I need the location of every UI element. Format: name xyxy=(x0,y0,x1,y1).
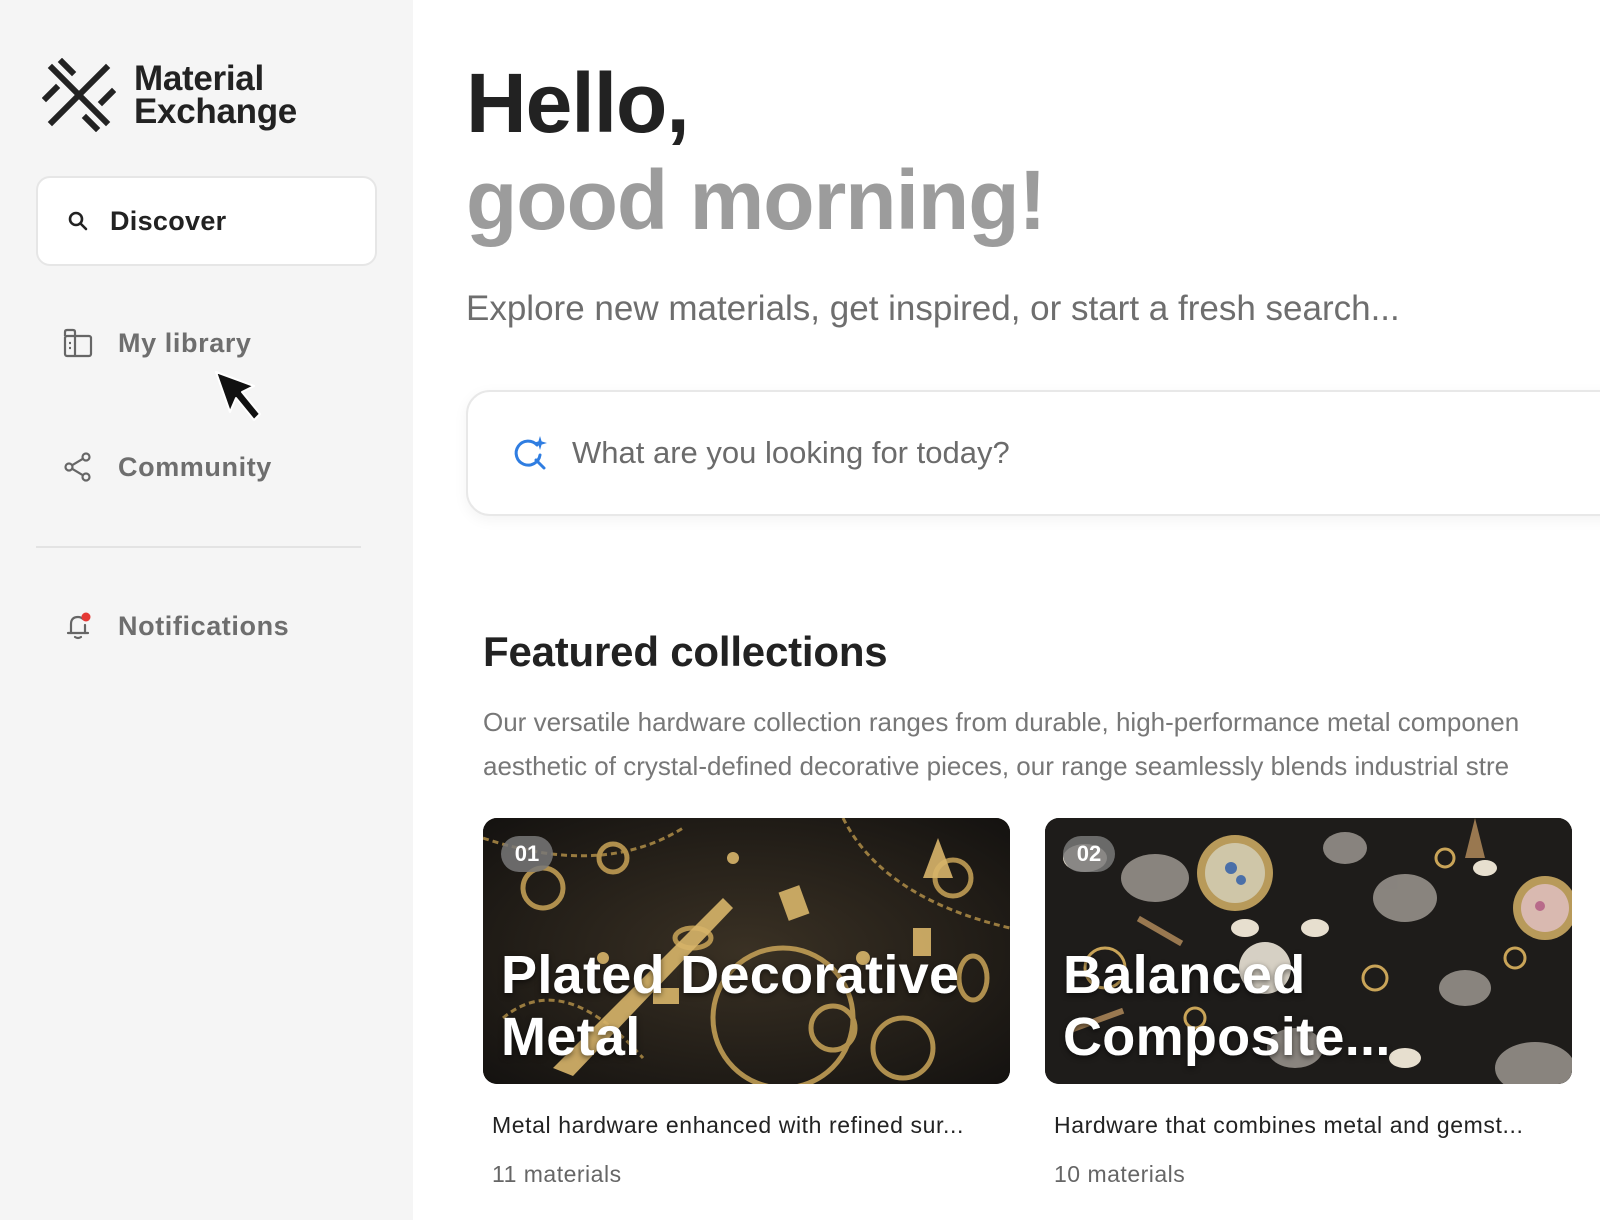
collection-card-image[interactable]: 02 Balanced Composite... xyxy=(1045,818,1572,1084)
collection-number-badge: 01 xyxy=(501,836,553,872)
featured-collections-description: Our versatile hardware collection ranges… xyxy=(483,700,1600,788)
sidebar-item-community[interactable]: Community xyxy=(62,451,272,483)
main-content: Hello, good morning! Explore new materia… xyxy=(413,0,1600,1220)
collection-card[interactable]: 01 Plated Decorative Metal Metal hardwar… xyxy=(483,818,1010,1188)
title-line: Metal xyxy=(501,1007,641,1067)
sidebar-item-notifications[interactable]: Notifications xyxy=(62,610,289,642)
material-exchange-logo-icon xyxy=(42,58,116,132)
brand-logo[interactable]: Material Exchange xyxy=(42,58,297,132)
ai-search-icon xyxy=(514,436,547,470)
featured-collections-heading: Featured collections xyxy=(483,628,888,675)
share-icon xyxy=(64,452,91,482)
notification-dot xyxy=(81,612,91,622)
sidebar-item-label: Notifications xyxy=(118,610,290,641)
sidebar-item-discover[interactable]: Discover xyxy=(36,176,377,266)
title-line: Composite... xyxy=(1063,1007,1391,1067)
collection-card-description: Metal hardware enhanced with refined sur… xyxy=(492,1112,964,1138)
brand-line-2: Exchange xyxy=(134,92,297,131)
description-line: Our versatile hardware collection ranges… xyxy=(483,707,1520,737)
search-input[interactable] xyxy=(572,435,1272,471)
sidebar: Material Exchange Discover My library Co… xyxy=(0,0,413,1220)
title-line: Balanced xyxy=(1063,945,1306,1005)
search-bar[interactable] xyxy=(466,390,1600,516)
collection-card[interactable]: 02 Balanced Composite... Hardware that c… xyxy=(1045,818,1572,1188)
collection-card-title: Plated Decorative Metal xyxy=(501,944,959,1068)
search-icon xyxy=(68,211,88,231)
sidebar-item-label: Community xyxy=(118,451,272,482)
brand-name: Material Exchange xyxy=(134,59,297,131)
greeting-title: Hello, xyxy=(466,56,690,150)
title-line: Plated Decorative xyxy=(501,945,960,1005)
mouse-cursor-icon xyxy=(215,371,261,421)
page-subtitle: Explore new materials, get inspired, or … xyxy=(466,289,1400,328)
collection-card-count: 10 materials xyxy=(1054,1161,1186,1187)
sidebar-item-label: My library xyxy=(118,327,252,358)
app-window: Material Exchange Discover My library Co… xyxy=(0,0,1600,1220)
library-icon xyxy=(63,328,93,358)
greeting-subtitle: good morning! xyxy=(466,153,1047,247)
collection-card-image[interactable]: 01 Plated Decorative Metal xyxy=(483,818,1010,1084)
sidebar-item-label: Discover xyxy=(110,205,227,236)
collection-card-description: Hardware that combines metal and gemst..… xyxy=(1054,1112,1524,1138)
bell-icon xyxy=(66,612,91,640)
collection-number-badge: 02 xyxy=(1063,836,1115,872)
description-line: aesthetic of crystal-defined decorative … xyxy=(483,751,1510,781)
sidebar-divider xyxy=(36,546,361,548)
collection-card-count: 11 materials xyxy=(492,1161,622,1187)
brand-line-1: Material xyxy=(134,59,264,98)
sidebar-item-my-library[interactable]: My library xyxy=(62,327,252,359)
collection-card-title: Balanced Composite... xyxy=(1063,944,1391,1068)
